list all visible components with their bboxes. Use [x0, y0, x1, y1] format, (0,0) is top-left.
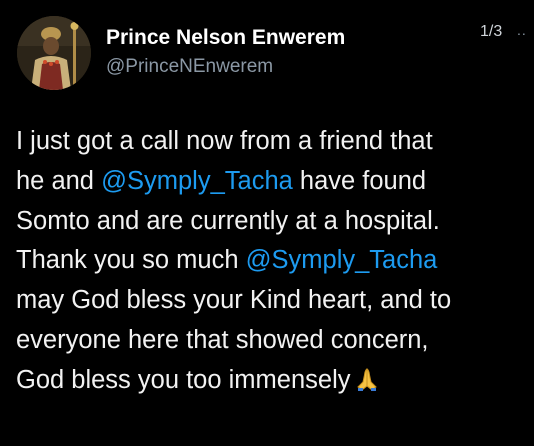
tweet-line: Somto and are currently at a hospital.	[16, 202, 532, 242]
tweet-text-segment: have found	[292, 166, 427, 195]
tweet-line: everyone here that showed concern,	[16, 321, 532, 361]
tweet-line: he and @Symply_Tacha have found	[16, 162, 532, 202]
tweet-text-segment: Thank you so much	[16, 246, 246, 275]
tweet-card[interactable]: Prince Nelson Enwerem @PrinceNEnwerem 1/…	[0, 0, 534, 446]
tweet-text: I just got a call now from a friend that…	[16, 122, 532, 405]
tweet-text-segment: everyone here that showed concern,	[16, 325, 429, 354]
more-dots-icon[interactable]: ..	[517, 22, 527, 38]
tweet-line: God bless you too immensely	[16, 361, 532, 405]
tweet-text-segment: Somto and are currently at a hospital.	[16, 206, 440, 235]
tweet-text-segment: God bless you too immensely	[16, 365, 351, 394]
tweet-text-segment: may God bless your Kind heart, and to	[16, 286, 452, 315]
thread-counter: 1/3	[480, 23, 503, 40]
author-handle[interactable]: @PrinceNEnwerem	[106, 56, 273, 78]
avatar[interactable]	[17, 16, 91, 90]
author-name[interactable]: Prince Nelson Enwerem	[106, 26, 345, 50]
tweet-text-segment: I just got a call now from a friend that	[16, 127, 433, 155]
mention-link[interactable]: @Symply_Tacha	[101, 167, 293, 195]
tweet-line: may God bless your Kind heart, and to	[16, 281, 532, 321]
mention-link[interactable]: @Symply_Tacha	[246, 246, 438, 274]
tweet-text-segment: he and	[16, 166, 102, 195]
praying-hands-icon	[355, 365, 379, 405]
tweet-line: I just got a call now from a friend that	[16, 122, 532, 162]
tweet-line: Thank you so much @Symply_Tacha	[16, 241, 532, 281]
